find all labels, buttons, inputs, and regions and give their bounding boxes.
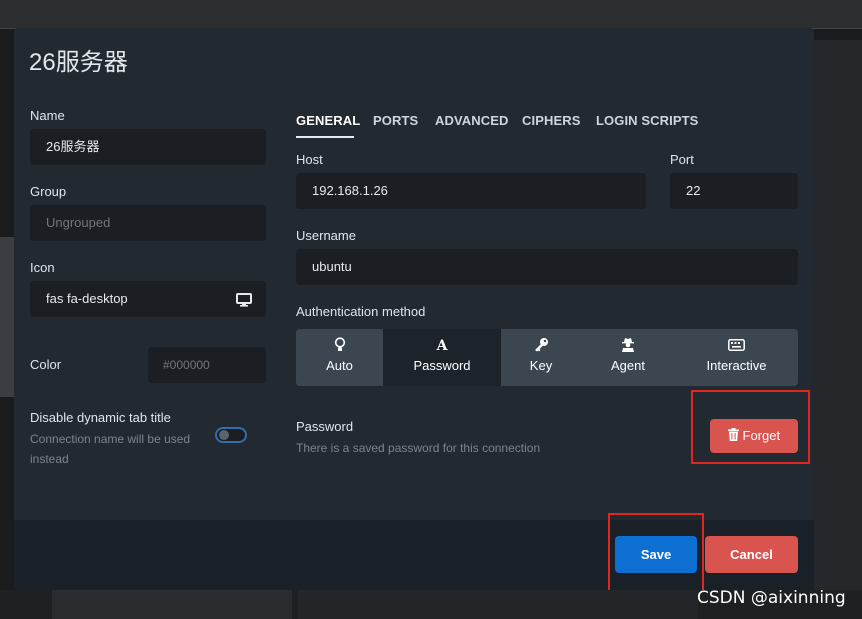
auth-interactive-button[interactable]: Interactive (675, 329, 798, 386)
color-input[interactable]: #000000 (148, 347, 266, 383)
auth-key-label: Key (529, 358, 553, 373)
highlight-box-save (608, 513, 704, 590)
tab-login-scripts[interactable]: LOGIN SCRIPTS (596, 113, 698, 128)
auth-auto-button[interactable]: Auto (296, 329, 383, 386)
auth-method-label: Authentication method (296, 304, 426, 319)
keyboard-icon (675, 337, 798, 355)
auth-agent-button[interactable]: Agent (581, 329, 675, 386)
saved-password-note: There is a saved password for this conne… (296, 441, 541, 455)
icon-input[interactable]: fas fa-desktop (30, 281, 266, 317)
icon-label: Icon (30, 260, 55, 275)
color-label: Color (30, 357, 62, 372)
username-input[interactable]: ubuntu (296, 249, 798, 285)
highlight-box-forget (691, 390, 810, 464)
disable-tab-title-label: Disable dynamic tab title (30, 410, 171, 425)
desktop-icon (236, 281, 252, 317)
font-a-icon: A (436, 338, 448, 354)
dialog-title: 26服务器 (29, 49, 128, 76)
background-app-sidebar (0, 237, 14, 397)
disable-tab-title-help-line2: instead (30, 452, 69, 466)
host-label: Host (296, 152, 323, 167)
user-secret-icon (581, 337, 675, 355)
auth-method-selector: Auto A Password Key Agent Interactive (296, 329, 798, 386)
tab-ports[interactable]: PORTS (373, 113, 418, 128)
tab-general[interactable]: GENERAL (296, 113, 360, 128)
key-icon (501, 337, 581, 355)
auth-interactive-label: Interactive (706, 358, 767, 373)
port-label: Port (670, 152, 694, 167)
group-input[interactable]: Ungrouped (30, 205, 266, 241)
auth-key-button[interactable]: Key (501, 329, 581, 386)
auth-password-button[interactable]: A Password (383, 329, 501, 386)
name-label: Name (30, 108, 65, 123)
tab-advanced[interactable]: ADVANCED (435, 113, 509, 128)
disable-tab-title-toggle[interactable] (215, 427, 247, 443)
host-input[interactable]: 192.168.1.26 (296, 173, 646, 209)
tab-ciphers[interactable]: CIPHERS (522, 113, 581, 128)
username-label: Username (296, 228, 356, 243)
disable-tab-title-help-line1: Connection name will be used (30, 432, 191, 446)
icon-input-value: fas fa-desktop (46, 291, 128, 306)
background-app-panel (814, 40, 862, 619)
lightbulb-icon (296, 337, 383, 355)
auth-password-label: Password (413, 358, 471, 373)
group-label: Group (30, 184, 67, 199)
cancel-button[interactable]: Cancel (705, 536, 798, 573)
watermark-text: CSDN @aixinning (697, 588, 846, 608)
auth-auto-label: Auto (326, 358, 353, 373)
auth-agent-label: Agent (611, 358, 645, 373)
port-input[interactable]: 22 (670, 173, 798, 209)
background-app-titlebar (0, 0, 862, 29)
active-tab-indicator (296, 136, 354, 138)
password-label: Password (296, 419, 354, 434)
name-input[interactable]: 26服务器 (30, 129, 266, 165)
connection-edit-dialog: 26服务器 Name 26服务器 Group Ungrouped Icon fa… (14, 28, 814, 590)
